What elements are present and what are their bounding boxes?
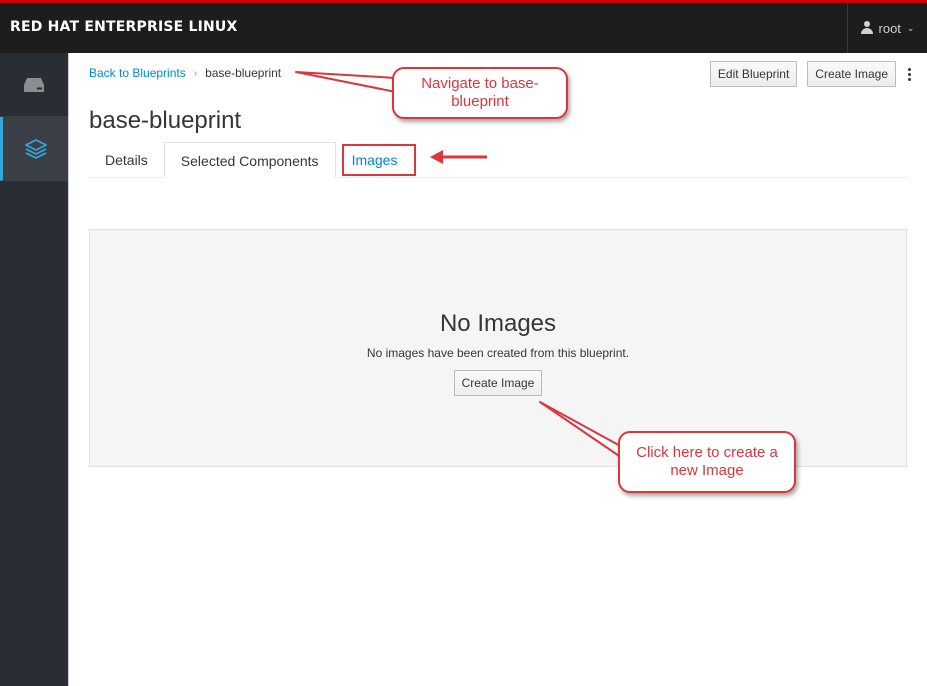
- page-actions: Edit Blueprint Create Image: [709, 61, 913, 87]
- user-name: root: [878, 20, 901, 36]
- tab-selected-components[interactable]: Selected Components: [163, 142, 336, 178]
- callout-create-image: Click here to create a new Image: [618, 431, 796, 493]
- empty-state-text: No images have been created from this bl…: [366, 346, 630, 360]
- create-image-button[interactable]: Create Image: [807, 61, 896, 87]
- tab-details[interactable]: Details: [89, 142, 164, 178]
- main-content: Back to Blueprints › base-blueprint Edit…: [68, 53, 927, 686]
- breadcrumb: Back to Blueprints › base-blueprint: [89, 66, 281, 80]
- back-to-blueprints-link[interactable]: Back to Blueprints: [89, 66, 186, 80]
- callout-navigate: Navigate to base-blueprint: [392, 67, 568, 119]
- images-tab-highlight: [342, 144, 416, 176]
- masthead: RED HAT ENTERPRISE LINUX root ⌄: [0, 0, 927, 53]
- layers-icon: [24, 138, 47, 159]
- sidebar-item-server[interactable]: [0, 53, 68, 117]
- breadcrumb-separator: ›: [193, 67, 198, 79]
- empty-state-title: No Images: [439, 310, 557, 337]
- sidebar: [0, 53, 68, 686]
- tab-bar: Details Selected Components Images: [89, 142, 907, 178]
- user-icon: [860, 21, 873, 35]
- chevron-down-icon: ⌄: [906, 22, 915, 33]
- empty-state-create-image-button[interactable]: Create Image: [453, 370, 543, 396]
- user-menu[interactable]: root ⌄: [847, 3, 927, 53]
- page-title: base-blueprint: [89, 107, 242, 134]
- kebab-menu-icon[interactable]: [906, 67, 913, 81]
- breadcrumb-current: base-blueprint: [205, 66, 282, 80]
- server-icon: [24, 77, 44, 92]
- sidebar-item-blueprints[interactable]: [0, 117, 68, 181]
- brand-title: RED HAT ENTERPRISE LINUX: [10, 19, 238, 35]
- edit-blueprint-button[interactable]: Edit Blueprint: [709, 61, 798, 87]
